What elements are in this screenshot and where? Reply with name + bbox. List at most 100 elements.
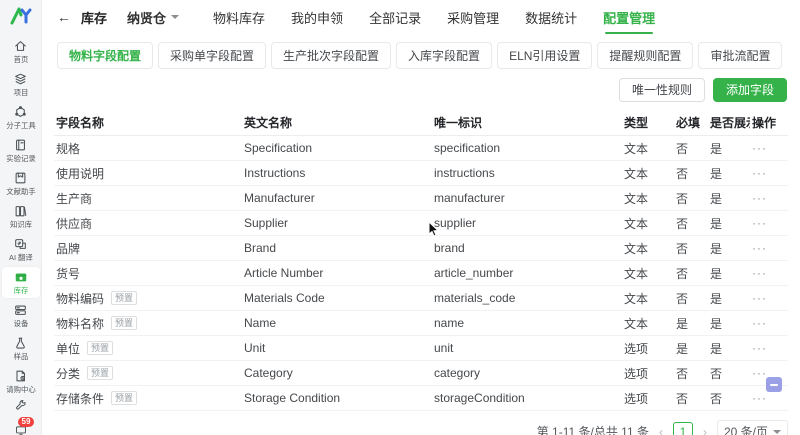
cell-english-name: Materials Code <box>244 291 325 305</box>
cell-english-name: Unit <box>244 341 266 355</box>
settings-tool-button[interactable] <box>2 399 40 417</box>
column-type: 类型 <box>624 116 649 130</box>
cell-type: 文本 <box>624 191 649 206</box>
row-actions-button[interactable]: ··· <box>752 291 767 305</box>
sidebar: 首页 项目 分子工具 实验记录 文献助手 知识库 AI 翻译 库存 设备 样品 … <box>0 0 42 435</box>
floating-widget-icon[interactable] <box>766 377 782 392</box>
sidebar-item-projects[interactable]: 项目 <box>2 69 40 100</box>
cell-unique-key: materials_code <box>434 291 516 305</box>
nav-configuration[interactable]: 配置管理 <box>603 0 655 35</box>
nav-my-requests[interactable]: 我的申领 <box>291 0 343 35</box>
cell-english-name: Manufacturer <box>244 191 315 205</box>
main-area: ← 库存 纳贤仓 物料库存 我的申领 全部记录 采购管理 数据统计 配置管理 物… <box>42 0 800 435</box>
module-title: 库存 <box>81 10 108 26</box>
cell-type: 选项 <box>624 366 649 381</box>
row-actions-button[interactable]: ··· <box>752 366 767 380</box>
sidebar-item-experiment-records[interactable]: 实验记录 <box>2 135 40 166</box>
sidebar-item-ai-translate[interactable]: AI 翻译 <box>2 234 40 265</box>
current-page-button[interactable]: 1 <box>672 421 693 435</box>
sidebar-item-knowledge-base[interactable]: 知识库 <box>2 201 40 232</box>
nav-statistics[interactable]: 数据统计 <box>525 0 577 35</box>
row-actions-button[interactable]: ··· <box>752 216 767 230</box>
cell-english-name: Article Number <box>244 266 324 280</box>
prev-page-button[interactable]: ‹ <box>657 425 665 435</box>
table-row: 规格 Specification specification 文本 否 是 ··… <box>54 136 788 161</box>
sidebar-item-label: 分子工具 <box>5 120 36 130</box>
tab-material-field-config[interactable]: 物料字段配置 <box>57 42 154 69</box>
tab-approval-flow-config[interactable]: 审批流配置 <box>698 42 783 69</box>
cell-type: 选项 <box>624 391 649 406</box>
sidebar-item-equipment[interactable]: 设备 <box>2 300 40 331</box>
column-actions: 操作 <box>752 116 777 130</box>
config-tabs: 物料字段配置 采购单字段配置 生产批次字段配置 入库字段配置 ELN引用设置 提… <box>42 34 800 69</box>
sidebar-item-samples[interactable]: 样品 <box>2 333 40 364</box>
cell-required: 否 <box>676 141 689 156</box>
sidebar-item-label: 样品 <box>13 351 28 361</box>
sidebar-item-molecule-tools[interactable]: 分子工具 <box>2 102 40 133</box>
tab-reminder-rule-config[interactable]: 提醒规则配置 <box>597 42 694 69</box>
cell-unique-key: unit <box>434 341 454 355</box>
nav-all-records[interactable]: 全部记录 <box>369 0 421 35</box>
sidebar-item-literature-assistant[interactable]: 文献助手 <box>2 168 40 199</box>
nav-purchase-management[interactable]: 采购管理 <box>447 0 499 35</box>
back-button[interactable]: ← <box>57 9 71 25</box>
table-header: 字段名称 英文名称 唯一标识 类型 必填 是否展示 操作 <box>54 110 788 136</box>
cell-required: 否 <box>676 216 689 231</box>
cell-display: 否 <box>710 366 723 381</box>
cell-field-name: 供应商 <box>54 215 242 232</box>
row-actions-button[interactable]: ··· <box>752 341 767 355</box>
notification-badge: 59 <box>17 417 35 427</box>
cell-field-name: 货号 <box>54 265 242 282</box>
app-logo[interactable] <box>6 6 36 26</box>
table-row: 物料编码 预置 Materials Code materials_code 文本… <box>54 286 788 311</box>
preset-badge: 预置 <box>111 316 138 330</box>
cell-type: 文本 <box>624 166 649 181</box>
pagination-summary: 第 1-11 条/总共 11 条 <box>536 425 649 435</box>
column-required: 必填 <box>676 116 701 130</box>
fields-table: 字段名称 英文名称 唯一标识 类型 必填 是否展示 操作 规格 Specific… <box>54 110 788 411</box>
column-english-name: 英文名称 <box>244 116 293 130</box>
download-client-button[interactable]: 59 <box>2 417 40 435</box>
sidebar-item-label: 请购中心 <box>5 384 36 394</box>
row-actions-button[interactable]: ··· <box>752 391 767 405</box>
sidebar-item-label: AI 翻译 <box>8 252 33 262</box>
inventory-icon <box>13 270 29 284</box>
cell-english-name: Specification <box>244 141 313 155</box>
purchase-center-icon <box>13 369 28 383</box>
column-unique-key: 唯一标识 <box>434 116 483 130</box>
cell-unique-key: category <box>434 366 481 380</box>
row-actions-button[interactable]: ··· <box>752 241 767 255</box>
tab-purchase-order-field-config[interactable]: 采购单字段配置 <box>158 42 267 69</box>
home-icon <box>13 39 28 53</box>
warehouse-selector[interactable]: 纳贤仓 <box>127 8 180 27</box>
cell-english-name: Brand <box>244 241 277 255</box>
row-actions-button[interactable]: ··· <box>752 191 767 205</box>
cell-display: 是 <box>710 266 723 281</box>
tab-production-batch-field-config[interactable]: 生产批次字段配置 <box>271 42 392 69</box>
row-actions-button[interactable]: ··· <box>752 141 767 155</box>
cell-required: 否 <box>676 366 689 381</box>
sidebar-item-home[interactable]: 首页 <box>2 36 40 67</box>
column-field-name: 字段名称 <box>56 116 105 130</box>
sidebar-item-inventory[interactable]: 库存 <box>1 267 40 298</box>
tab-inbound-field-config[interactable]: 入库字段配置 <box>396 42 493 69</box>
sidebar-item-purchase-center[interactable]: 请购中心 <box>2 366 40 397</box>
row-actions-button[interactable]: ··· <box>752 266 767 280</box>
row-actions-button[interactable]: ··· <box>752 166 767 180</box>
cell-display: 是 <box>710 191 723 206</box>
sidebar-item-label: 设备 <box>13 318 28 328</box>
tab-eln-reference-settings[interactable]: ELN引用设置 <box>497 42 593 69</box>
cell-english-name: Storage Condition <box>244 391 341 405</box>
table-row: 物料名称 预置 Name name 文本 是 是 ··· <box>54 311 788 336</box>
table-row: 存储条件 预置 Storage Condition storageConditi… <box>54 386 788 411</box>
unique-rule-button[interactable]: 唯一性规则 <box>618 78 705 102</box>
sample-icon <box>13 336 28 350</box>
row-actions-button[interactable]: ··· <box>752 316 767 330</box>
add-field-button[interactable]: 添加字段 <box>712 78 787 102</box>
sidebar-item-label: 实验记录 <box>5 153 36 163</box>
next-page-button[interactable]: › <box>701 425 709 435</box>
page-size-select[interactable]: 20 条/页 <box>716 420 788 435</box>
sidebar-item-label: 首页 <box>13 54 28 64</box>
cell-type: 文本 <box>624 266 649 281</box>
nav-material-stock[interactable]: 物料库存 <box>213 0 265 35</box>
